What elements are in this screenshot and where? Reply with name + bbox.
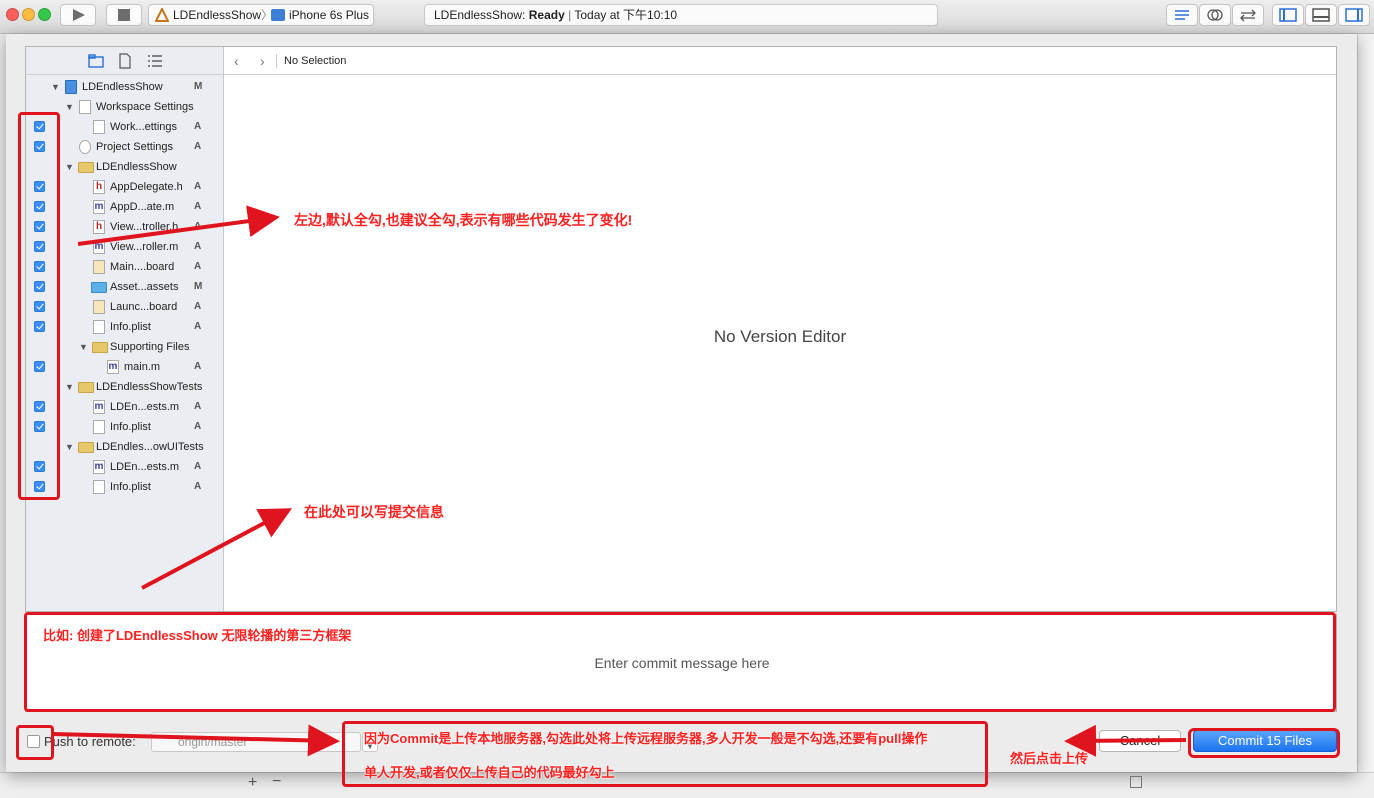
- arrow-to-commit-message: [141, 508, 293, 590]
- annotation-left-note: 左边,默认全勾,也建议全勾,表示有哪些代码发生了变化!: [294, 212, 633, 228]
- annotation-message-hint: 在此处可以写提交信息: [304, 504, 444, 520]
- arrow-to-commit-button: [1064, 724, 1187, 757]
- arrow-to-checkboxes: [77, 205, 280, 246]
- annotation-message-example: 比如: 创建了LDEndlessShow 无限轮播的第三方框架: [43, 628, 352, 643]
- annotation-push-line1: 因为Commit是上传本地服务器,勾选此处将上传远程服务器,多人开发一般是不勾选…: [364, 731, 928, 746]
- annotation-commit-hint: 然后点击上传: [1010, 751, 1089, 766]
- annotation-push-line2: 单人开发,或者仅仅上传自己的代码最好勾上: [364, 765, 615, 780]
- annotation-arrows: [51, 205, 1187, 757]
- arrow-to-push-checkbox: [51, 724, 340, 757]
